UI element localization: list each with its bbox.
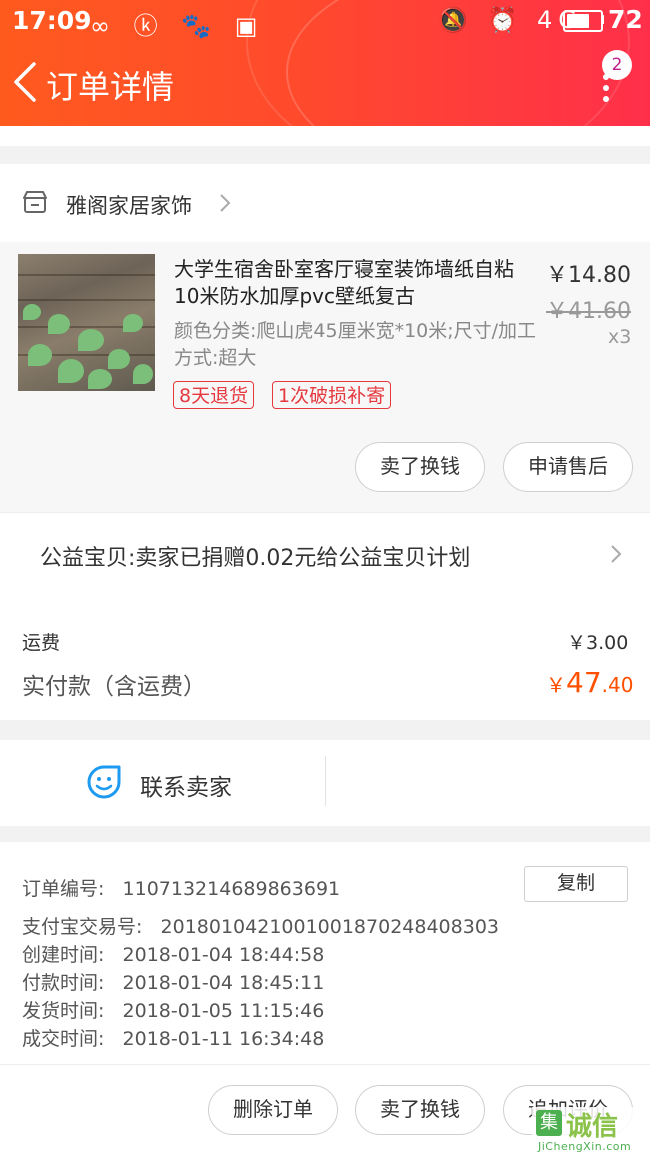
product-title[interactable]: 大学生宿舍卧室客厅寝室装饰墙纸自粘10米防水加厚pvc壁纸复古	[174, 256, 526, 310]
paid-amount-label: 实付款（含运费）	[22, 674, 206, 700]
copy-button[interactable]: 复制	[524, 866, 628, 902]
status-time: 17:09	[12, 6, 92, 35]
watermark-text: 诚信	[566, 1112, 619, 1142]
chat-face-icon[interactable]	[86, 764, 122, 800]
order-number-value: 110713214689863691	[122, 878, 341, 900]
return-policy-tag: 8天退货	[173, 381, 255, 409]
paid-amount-decimal: .40	[601, 673, 634, 697]
battery-cap	[601, 15, 604, 24]
delete-order-button[interactable]: 删除订单	[208, 1085, 338, 1135]
damage-resend-tag: 1次破损补寄	[272, 381, 392, 409]
battery-icon	[563, 10, 603, 32]
original-price: ￥41.60	[546, 299, 631, 324]
system-icons: 🔕 ⏰ 4G	[438, 6, 583, 34]
currency-symbol: ￥	[546, 673, 566, 697]
order-number-label: 订单编号:	[22, 878, 105, 900]
paid-amount-value: ￥47.40	[546, 666, 633, 699]
status-bar: 17:09 ∞ ⓚ 🐾 ▣ 🔕 ⏰ 4G 72	[0, 0, 650, 42]
completed-time-row: 成交时间: 2018-01-11 16:34:48	[22, 1028, 325, 1050]
page-title: 订单详情	[46, 68, 175, 106]
product-thumbnail[interactable]	[18, 254, 155, 391]
battery-level	[567, 14, 589, 28]
back-arrow-icon[interactable]	[10, 60, 40, 104]
notification-icons: ∞ ⓚ 🐾 ▣	[90, 12, 266, 40]
message-badge[interactable]: 2	[602, 50, 632, 80]
product-quantity: x3	[608, 326, 632, 348]
shipping-fee-label: 运费	[22, 632, 61, 654]
alipay-trade-row: 支付宝交易号: 2018010421001001870248408303	[22, 916, 499, 938]
paid-time-row: 付款时间: 2018-01-04 18:45:11	[22, 972, 325, 994]
store-icon	[23, 191, 47, 213]
divider	[325, 756, 326, 806]
battery-percent: 72	[608, 5, 643, 34]
after-sales-button[interactable]: 申请售后	[503, 442, 633, 492]
watermark-url: JiChengXin.com	[538, 1140, 632, 1153]
shipped-time-row: 发货时间: 2018-01-05 11:15:46	[22, 1000, 325, 1022]
watermark-logo: 集	[536, 1110, 562, 1136]
sell-for-cash-button[interactable]: 卖了换钱	[355, 1085, 485, 1135]
paid-amount-integer: 47	[566, 666, 602, 699]
fees-section	[0, 597, 650, 720]
shop-name[interactable]: 雅阁家居家饰	[66, 190, 192, 220]
chevron-right-icon	[220, 194, 231, 212]
product-spec: 颜色分类:爬山虎45厘米宽*10米;尺寸/加工方式:超大	[174, 320, 537, 369]
header-bottom-strip	[0, 126, 650, 146]
contact-seller-button[interactable]: 联系卖家	[140, 768, 232, 802]
shipping-fee-value: ￥3.00	[567, 632, 629, 654]
created-time-row: 创建时间: 2018-01-04 18:44:58	[22, 944, 325, 966]
order-number-row: 订单编号: 110713214689863691	[22, 874, 340, 901]
product-price: ￥14.80	[546, 263, 631, 288]
chevron-right-icon	[611, 545, 622, 563]
sell-for-cash-button[interactable]: 卖了换钱	[355, 442, 485, 492]
charity-text[interactable]: 公益宝贝:卖家已捐赠0.02元给公益宝贝计划	[40, 540, 470, 572]
